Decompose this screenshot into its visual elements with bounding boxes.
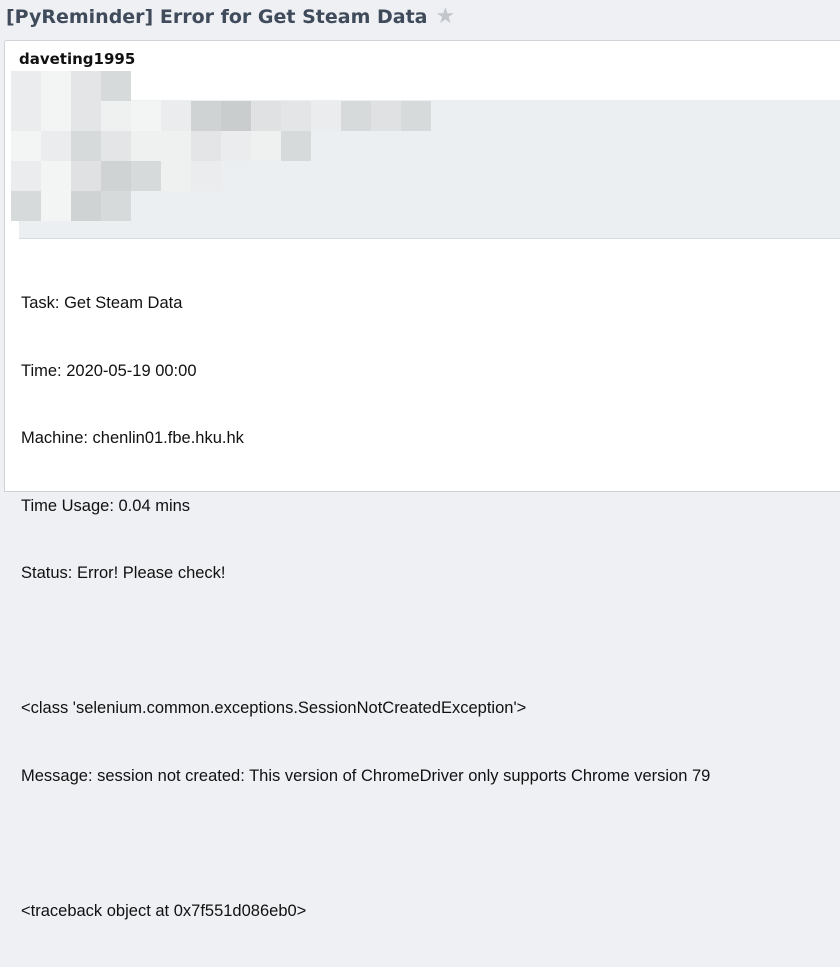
redaction-tile: [251, 101, 281, 131]
machine-line: Machine: chenlin01.fbe.hku.hk: [21, 429, 244, 447]
redaction-tile: [41, 71, 71, 101]
error-message-line: Message: session not created: This versi…: [21, 766, 711, 785]
task-line: Task: Get Steam Data: [21, 294, 183, 312]
redaction-tile: [401, 101, 431, 131]
time-line: Time: 2020-05-19 00:00: [21, 361, 197, 380]
status-line: Status: Error! Please check!: [21, 564, 226, 582]
email-body: Task: Get Steam Data Time: 2020-05-19 00…: [21, 247, 710, 967]
redaction-tile: [191, 101, 221, 131]
redaction-tile: [11, 131, 41, 161]
subject-text: [PyReminder] Error for Get Steam Data: [6, 6, 428, 28]
redaction-tile: [281, 131, 311, 161]
email-header: [PyReminder] Error for Get Steam Data ★: [0, 0, 840, 38]
redaction-tile: [101, 101, 131, 131]
redaction-tile: [131, 131, 161, 161]
redaction-tile: [71, 101, 101, 131]
time-usage-line: Time Usage: 0.04 mins: [21, 496, 191, 515]
redaction-tile: [161, 101, 191, 131]
redaction-tile: [71, 191, 101, 221]
email-message-card: daveting1995 Task: Get Steam Data Time: …: [4, 40, 840, 920]
redaction-tile: [281, 101, 311, 131]
redaction-tile: [131, 161, 161, 191]
redaction-tile: [11, 161, 41, 191]
redaction-tile: [101, 191, 131, 221]
redaction-tile: [71, 131, 101, 161]
redaction-tile: [101, 71, 131, 101]
redaction-tile: [11, 101, 41, 131]
redaction-tile: [191, 161, 221, 191]
redaction-tile: [311, 101, 341, 131]
redaction-tile: [71, 161, 101, 191]
redaction-tile: [101, 131, 131, 161]
redaction-tile: [161, 161, 191, 191]
redaction-tile: [341, 101, 371, 131]
redaction-tile: [41, 101, 71, 131]
redacted-recipients-block: [11, 69, 840, 239]
redaction-tile: [191, 131, 221, 161]
redaction-tile: [11, 71, 41, 101]
redaction-tile: [251, 131, 281, 161]
redaction-tile: [161, 131, 191, 161]
sender-name: daveting1995: [19, 50, 136, 68]
redaction-tile: [221, 101, 251, 131]
star-icon[interactable]: ★: [435, 6, 455, 28]
email-subject: [PyReminder] Error for Get Steam Data ★: [6, 6, 455, 29]
redaction-tile: [41, 161, 71, 191]
redaction-tile: [221, 131, 251, 161]
redaction-tile: [11, 191, 41, 221]
traceback-line: <traceback object at 0x7f551d086eb0>: [21, 901, 307, 920]
redaction-tile: [41, 131, 71, 161]
redaction-tile: [71, 71, 101, 101]
redaction-tile: [131, 101, 161, 131]
exception-class-line: <class 'selenium.common.exceptions.Sessi…: [21, 699, 527, 717]
redaction-tile: [101, 161, 131, 191]
redaction-tile: [41, 191, 71, 221]
redaction-tile: [371, 101, 401, 131]
